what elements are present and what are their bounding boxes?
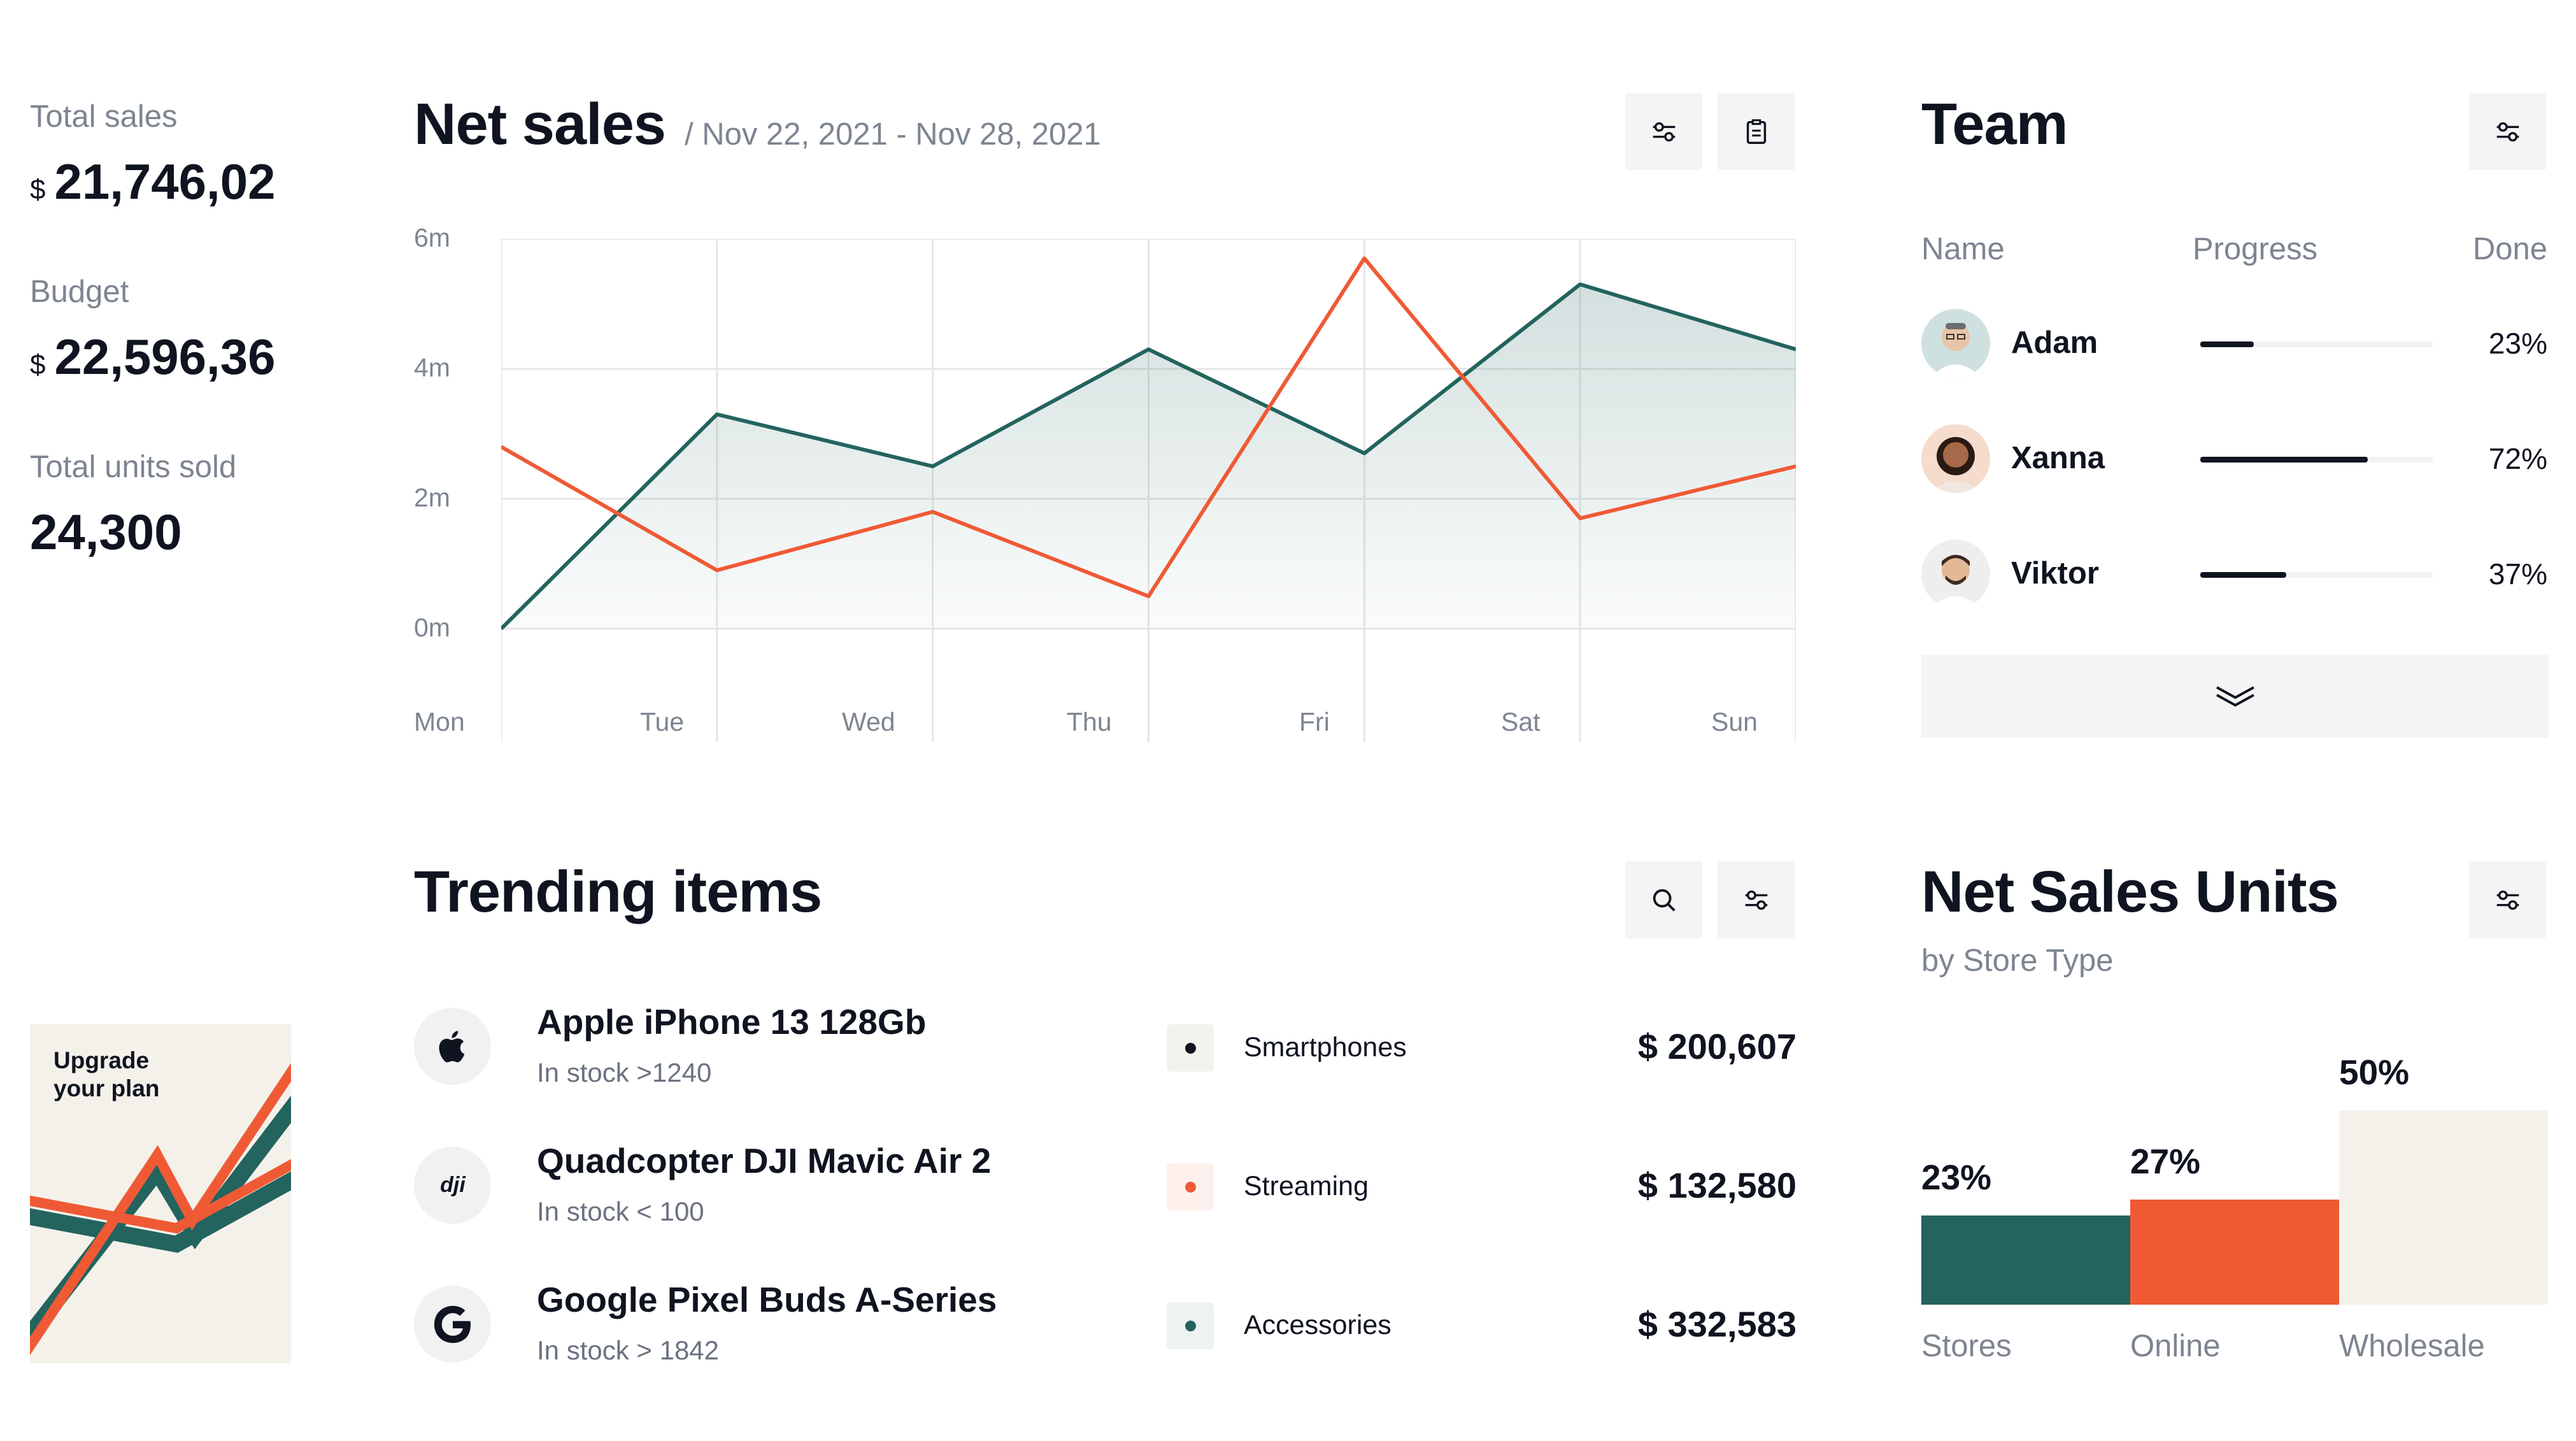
progress-bar <box>2200 572 2433 578</box>
trending-title: Trending items <box>414 859 822 924</box>
filter-icon <box>2496 122 2519 141</box>
total-sales-label: Total sales <box>30 99 178 134</box>
item-stock: In stock > 1842 <box>537 1335 720 1365</box>
col-progress: Progress <box>2193 232 2318 266</box>
category-dot <box>1167 1163 1214 1210</box>
y-tick-label: 2m <box>414 483 450 512</box>
progress-done: 72% <box>2488 442 2547 475</box>
units-bar <box>2339 1110 2548 1305</box>
item-name: Quadcopter DJI Mavic Air 2 <box>537 1141 992 1180</box>
budget-label: Budget <box>30 275 129 309</box>
progress-done: 23% <box>2488 327 2547 360</box>
team-member-name: Viktor <box>2011 556 2099 591</box>
units-bar-label: Wholesale <box>2339 1329 2485 1363</box>
progress-bar <box>2200 341 2433 347</box>
team-member-name: Adam <box>2011 326 2098 360</box>
units-label: Total units sold <box>30 450 237 484</box>
filter-icon <box>1745 890 1767 910</box>
trending-search-button[interactable] <box>1625 861 1702 938</box>
units-subtitle: by Store Type <box>1921 943 2114 978</box>
team-title: Team <box>1921 92 2068 157</box>
units-bar-pct: 27% <box>2130 1142 2201 1182</box>
apple-logo-icon <box>414 1008 491 1085</box>
budget-value: $22,596,36 <box>30 329 276 385</box>
category-label: Smartphones <box>1244 1032 1407 1063</box>
team-expand-button[interactable] <box>1921 655 2549 738</box>
filter-icon <box>2496 890 2519 910</box>
units-bar-label: Stores <box>1921 1329 2012 1363</box>
units-value: 24,300 <box>30 504 182 560</box>
net-sales-chart <box>501 239 1796 742</box>
chevrons-down-icon <box>2216 686 2254 707</box>
units-bar-pct: 50% <box>2339 1052 2410 1092</box>
trending-filter-button[interactable] <box>1718 861 1795 938</box>
google-logo-icon <box>414 1286 491 1363</box>
clipboard-icon <box>1746 118 1766 144</box>
net-sales-calendar-button[interactable] <box>1718 93 1795 170</box>
units-filter-button[interactable] <box>2469 861 2546 938</box>
item-price: $ 132,580 <box>1637 1165 1797 1205</box>
item-name: Google Pixel Buds A-Series <box>537 1280 997 1319</box>
y-tick-label: 0m <box>414 613 450 642</box>
search-icon <box>1653 889 1676 912</box>
item-name: Apple iPhone 13 128Gb <box>537 1002 927 1042</box>
team-member-name: Xanna <box>2011 441 2105 475</box>
units-bar-pct: 23% <box>1921 1157 1992 1197</box>
date-range: / Nov 22, 2021 - Nov 28, 2021 <box>685 117 1101 152</box>
progress-bar <box>2200 457 2433 462</box>
item-stock: In stock < 100 <box>537 1196 704 1226</box>
svg-text:dji: dji <box>440 1173 466 1197</box>
filter-icon <box>1653 122 1675 141</box>
category-dot <box>1167 1024 1214 1072</box>
total-sales-value: $21,746,02 <box>30 154 276 210</box>
dji-logo-icon: dji <box>414 1147 491 1224</box>
units-bar-label: Online <box>2130 1329 2221 1363</box>
net-sales-title: Net sales <box>414 92 666 157</box>
category-label: Accessories <box>1244 1310 1391 1340</box>
col-done: Done <box>2472 232 2547 266</box>
avatar <box>1921 540 1990 608</box>
progress-done: 37% <box>2488 557 2547 591</box>
units-bar <box>1921 1215 2130 1305</box>
item-price: $ 200,607 <box>1637 1026 1797 1066</box>
y-tick-label: 6m <box>414 223 450 252</box>
item-price: $ 332,583 <box>1637 1304 1797 1344</box>
avatar <box>1921 309 1990 378</box>
units-title: Net Sales Units <box>1921 859 2339 924</box>
item-stock: In stock >1240 <box>537 1057 712 1087</box>
col-name: Name <box>1921 232 2005 266</box>
category-label: Streaming <box>1244 1171 1369 1201</box>
units-bar <box>2130 1200 2339 1305</box>
net-sales-filter-button[interactable] <box>1625 93 1702 170</box>
x-tick-label: Mon <box>414 707 465 736</box>
category-dot <box>1167 1302 1214 1349</box>
upgrade-text: Upgrade your plan <box>53 1047 160 1101</box>
avatar <box>1921 424 1990 493</box>
y-tick-label: 4m <box>414 353 450 382</box>
team-filter-button[interactable] <box>2469 93 2546 170</box>
upgrade-plan-card[interactable]: Upgrade your plan <box>30 1024 291 1363</box>
